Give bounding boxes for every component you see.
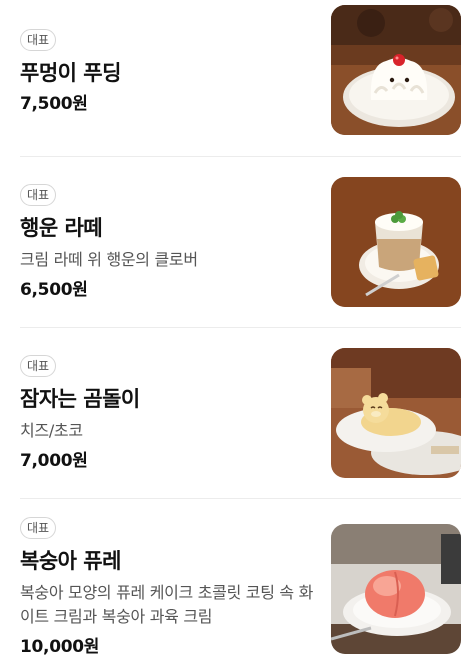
divider: [20, 498, 461, 499]
menu-item-name: 푸멍이 푸딩: [20, 61, 121, 85]
peach-cake-photo: [331, 524, 461, 654]
menu-item-description: 치즈/초코: [20, 421, 83, 440]
menu-item-price: 7,000원: [20, 451, 88, 471]
pudding-photo: [331, 5, 461, 135]
divider: [20, 156, 461, 157]
menu-item-price: 6,500원: [20, 280, 88, 300]
menu-item-photo[interactable]: [331, 5, 461, 135]
menu-item-name: 복숭아 퓨레: [20, 549, 121, 573]
signature-badge: 대표: [20, 517, 57, 539]
menu-list: 대표 푸멍이 푸딩 7,500원 대표 행운 라떼 크림 라떼 위 행운의 클로…: [0, 0, 470, 671]
menu-item-text: 대표 복숭아 퓨레 복숭아 모양의 퓨레 케이크 초콜릿 코팅 속 화이트 크림…: [20, 517, 315, 659]
menu-item-photo[interactable]: [331, 524, 461, 654]
menu-item-photo[interactable]: [331, 177, 461, 307]
menu-item-price: 10,000원: [20, 637, 100, 657]
signature-badge: 대표: [20, 355, 57, 377]
menu-item-description: 크림 라떼 위 행운의 클로버: [20, 250, 198, 269]
menu-item-photo[interactable]: [331, 348, 461, 478]
menu-item-description: 복숭아 모양의 퓨레 케이크 초콜릿 코팅 속 화이트 크림과 복숭아 과육 크…: [20, 583, 314, 626]
menu-item-text: 대표 잠자는 곰돌이 치즈/초코 7,000원: [20, 355, 315, 473]
menu-item-name: 행운 라떼: [20, 216, 103, 240]
latte-photo: [331, 177, 461, 307]
bear-cake-photo: [331, 348, 461, 478]
signature-badge: 대표: [20, 184, 57, 206]
menu-item-text: 대표 푸멍이 푸딩 7,500원: [20, 29, 315, 116]
menu-item-name: 잠자는 곰돌이: [20, 387, 140, 411]
divider: [20, 327, 461, 328]
menu-item-text: 대표 행운 라떼 크림 라떼 위 행운의 클로버 6,500원: [20, 184, 315, 302]
signature-badge: 대표: [20, 29, 57, 51]
menu-item-price: 7,500원: [20, 94, 88, 114]
